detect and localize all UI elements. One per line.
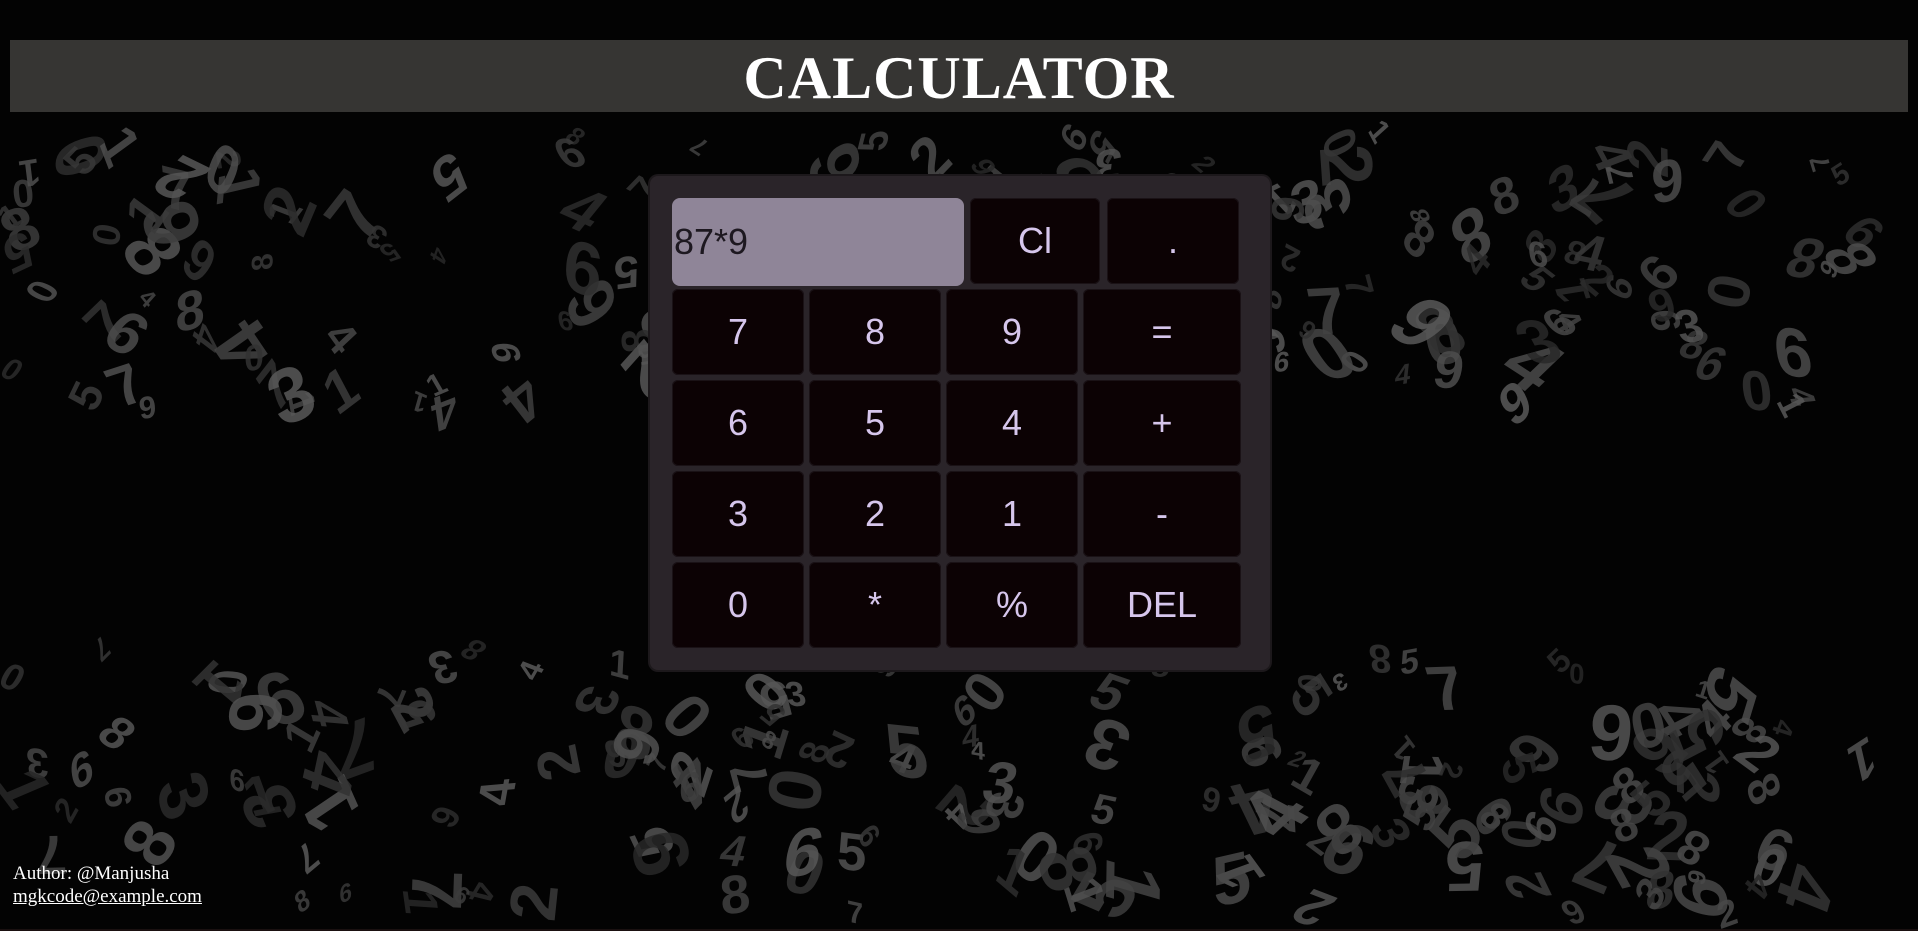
background-digit-decoration: 6 xyxy=(1198,777,1225,821)
background-digit-decoration: 0 xyxy=(0,351,31,388)
background-digit-decoration: 6 xyxy=(95,783,140,811)
background-digit-decoration: 4 xyxy=(467,777,528,809)
background-digit-decoration: 1 xyxy=(1843,723,1881,798)
background-digit-decoration: 7 xyxy=(685,131,715,161)
background-digit-decoration: 8 xyxy=(246,251,280,273)
background-digit-decoration: 7 xyxy=(1335,270,1381,303)
background-digit-decoration: 1 xyxy=(16,149,43,195)
clear-button[interactable]: Cl xyxy=(970,198,1100,284)
digit-8-button[interactable]: 8 xyxy=(809,289,941,375)
header-bar: CALCULATOR xyxy=(10,40,1908,112)
background-digit-decoration: 9 xyxy=(482,341,532,364)
background-digit-decoration: 4 xyxy=(424,241,453,270)
background-digit-decoration: 8 xyxy=(452,632,495,668)
background-digit-decoration: 0 xyxy=(0,655,33,701)
background-digit-decoration: 4 xyxy=(508,656,552,685)
background-digit-decoration: 3 xyxy=(141,759,225,833)
background-digit-decoration: 2 xyxy=(523,738,594,788)
background-digit-decoration: 2 xyxy=(245,172,333,248)
background-digit-decoration: 8 xyxy=(1482,162,1526,229)
background-digit-decoration: 9 xyxy=(1769,310,1817,394)
digit-1-button[interactable]: 1 xyxy=(946,471,1078,557)
digit-7-button[interactable]: 7 xyxy=(672,289,804,375)
background-digit-decoration: 8 xyxy=(1403,207,1438,224)
background-digit-decoration: 2 xyxy=(818,718,861,781)
footer: Author: @Manjusha mgkcode@example.com xyxy=(13,862,202,908)
background-digit-decoration: 0 xyxy=(1710,178,1782,230)
background-digit-decoration: 6 xyxy=(544,128,596,179)
background-digit-decoration: 7 xyxy=(846,894,865,931)
background-digit-decoration: 0 xyxy=(1737,358,1777,423)
background-digit-decoration: 5 xyxy=(1399,640,1420,683)
background-digit-decoration: 8 xyxy=(86,706,147,761)
digit-0-button[interactable]: 0 xyxy=(672,562,804,648)
background-digit-decoration: 5 xyxy=(879,706,934,797)
background-digit-decoration: 1 xyxy=(608,640,631,690)
email-link[interactable]: mgkcode@example.com xyxy=(13,886,202,907)
background-digit-decoration: 9 xyxy=(1650,144,1685,218)
page: 8548733063546942360509458196224928010558… xyxy=(0,0,1918,931)
digit-3-button[interactable]: 3 xyxy=(672,471,804,557)
background-digit-decoration: 4 xyxy=(1759,851,1852,926)
background-digit-decoration: 0 xyxy=(1568,656,1585,691)
multiply-button[interactable]: * xyxy=(809,562,941,648)
delete-button[interactable]: DEL xyxy=(1083,562,1241,648)
background-digit-decoration: 7 xyxy=(89,630,115,669)
digit-5-button[interactable]: 5 xyxy=(809,380,941,466)
background-digit-decoration: 0 xyxy=(13,273,69,309)
background-digits-bottom: 3564501781906253422403103583562028941241… xyxy=(0,630,1918,931)
background-digit-decoration: 7 xyxy=(1690,135,1765,177)
background-digit-decoration: 9 xyxy=(229,759,246,799)
percent-button[interactable]: % xyxy=(946,562,1078,648)
background-digit-decoration: 2 xyxy=(494,879,573,925)
decimal-point-button[interactable]: . xyxy=(1107,198,1239,284)
digit-2-button[interactable]: 2 xyxy=(809,471,941,557)
digit-6-button[interactable]: 6 xyxy=(672,380,804,466)
page-title: CALCULATOR xyxy=(743,45,1175,111)
background-digit-decoration: 6 xyxy=(338,876,353,911)
calculator-panel: 87*9 Cl . 7 8 9 = 6 5 4 + 3 2 1 - 0 * % … xyxy=(650,176,1270,670)
background-digit-decoration: 8 xyxy=(290,881,315,921)
background-digit-decoration: 9 xyxy=(420,799,471,834)
digit-4-button[interactable]: 4 xyxy=(946,380,1078,466)
plus-button[interactable]: + xyxy=(1083,380,1241,466)
background-digit-decoration: 5 xyxy=(1209,835,1254,923)
background-digit-decoration: 9 xyxy=(210,691,301,734)
background-digit-decoration: 8 xyxy=(1366,635,1394,681)
background-digit-decoration: 0 xyxy=(1692,268,1765,315)
calculator-display: 87*9 xyxy=(672,198,964,286)
background-digit-decoration: 5 xyxy=(1277,661,1345,731)
equals-button[interactable]: = xyxy=(1083,289,1241,375)
background-digit-decoration: 4 xyxy=(970,735,986,767)
background-digit-decoration: 0 xyxy=(84,220,130,250)
minus-button[interactable]: - xyxy=(1083,471,1241,557)
background-digit-decoration: 9 xyxy=(612,820,709,887)
background-digit-decoration: 5 xyxy=(422,136,476,217)
digit-9-button[interactable]: 9 xyxy=(946,289,1078,375)
background-digit-decoration: 7 xyxy=(1418,653,1475,725)
author-credit: Author: @Manjusha xyxy=(13,863,170,884)
background-digit-decoration: 6 xyxy=(678,762,702,814)
background-digit-decoration: 4 xyxy=(488,362,558,438)
background-digit-decoration: 2 xyxy=(1184,151,1224,178)
background-digit-decoration: 1 xyxy=(408,384,431,420)
